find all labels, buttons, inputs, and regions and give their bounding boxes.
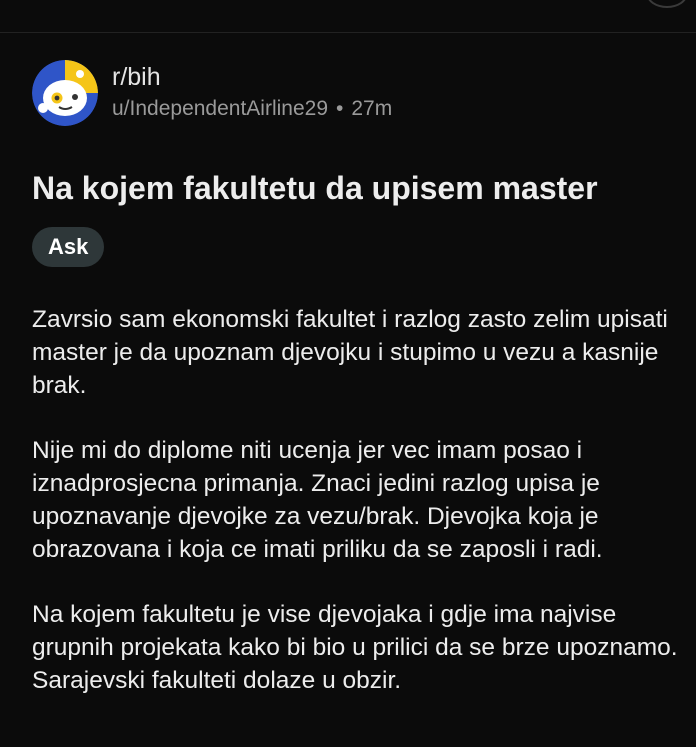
post-byline: u/IndependentAirline29 • 27m <box>112 94 392 124</box>
post-paragraph: Zavrsio sam ekonomski fakultet i razlog … <box>32 306 668 399</box>
meta-separator: • <box>336 97 344 120</box>
post-title: Na kojem fakultetu da upisem master <box>32 170 598 206</box>
post-meta: r/bih u/IndependentAirline29 • 27m <box>112 62 392 124</box>
post-header: r/bih u/IndependentAirline29 • 27m <box>32 60 392 126</box>
post-paragraph: Na kojem fakultetu je vise djevojaka i g… <box>32 601 678 694</box>
avatar-graphic <box>32 60 98 126</box>
author-name[interactable]: u/IndependentAirline29 <box>112 94 328 124</box>
post-time: 27m <box>351 97 393 120</box>
post-body: Zavrsio sam ekonomski fakultet i razlog … <box>32 303 692 729</box>
top-bar <box>0 0 696 33</box>
top-corner-shape <box>646 0 688 8</box>
subreddit-avatar-icon[interactable] <box>32 60 98 126</box>
post-flair[interactable]: Ask <box>32 227 105 267</box>
subreddit-name[interactable]: r/bih <box>112 62 392 92</box>
bottom-fade <box>0 735 696 747</box>
post-paragraph: Nije mi do diplome niti ucenja jer vec i… <box>32 437 603 563</box>
